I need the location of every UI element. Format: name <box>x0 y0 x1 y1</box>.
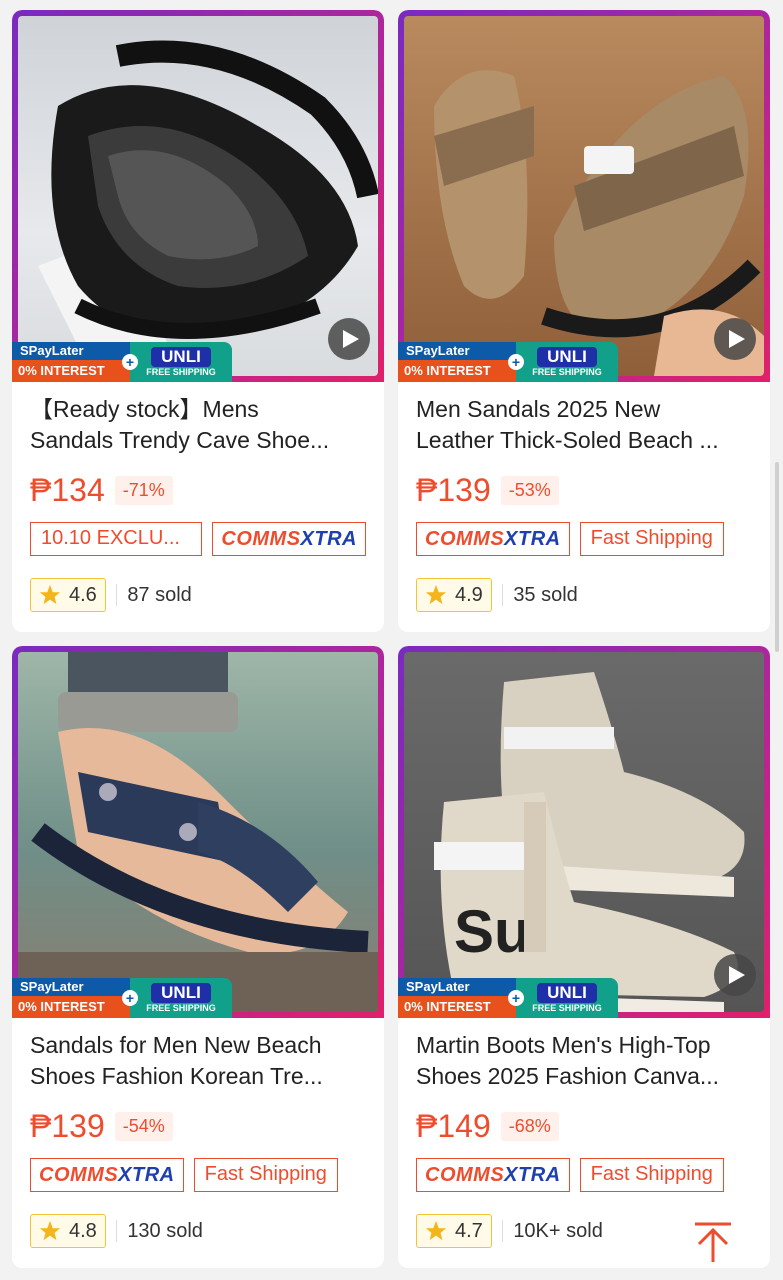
product-title[interactable]: Martin Boots Men's High-Top Shoes 2025 F… <box>416 1030 752 1092</box>
rating-badge: 4.7 <box>416 1214 492 1248</box>
interest-label: 0% INTEREST <box>398 360 516 382</box>
fast-shipping-tag: Fast Shipping <box>193 1158 338 1192</box>
sold-count: 130 sold <box>127 1219 203 1242</box>
rating-value: 4.9 <box>455 583 483 606</box>
product-price: ₱149 <box>416 1107 491 1144</box>
product-grid: SPayLater 0% INTEREST + UNLI FREE SHIPPI… <box>12 10 770 1268</box>
free-shipping-label: FREE SHIPPING <box>146 1003 216 1013</box>
product-price: ₱139 <box>30 1107 105 1144</box>
interest-label: 0% INTEREST <box>398 996 516 1018</box>
product-price: ₱139 <box>416 471 491 508</box>
free-shipping-label: FREE SHIPPING <box>532 1003 602 1013</box>
promo-tag: 10.10 EXCLU... <box>30 522 203 556</box>
spaylater-label: SPayLater <box>12 978 130 996</box>
product-image <box>18 652 378 1012</box>
promo-badge: SPayLater 0% INTEREST + UNLI FREE SHIPPI… <box>12 978 232 1018</box>
star-icon <box>39 584 61 605</box>
product-card[interactable]: SPayLater 0% INTEREST + UNLI FREE SHIPPI… <box>12 646 384 1268</box>
discount-badge: -53% <box>500 475 559 505</box>
sold-count: 10K+ sold <box>513 1219 603 1242</box>
discount-badge: -68% <box>500 1111 559 1141</box>
svg-text:Su: Su <box>454 898 531 965</box>
fast-shipping-tag: Fast Shipping <box>579 522 724 556</box>
discount-badge: -71% <box>114 475 173 505</box>
product-card[interactable]: SPayLater 0% INTEREST + UNLI FREE SHIPPI… <box>12 10 384 632</box>
promo-badge: SPayLater 0% INTEREST + UNLI FREE SHIPPI… <box>398 342 618 382</box>
spaylater-label: SPayLater <box>398 342 516 360</box>
rating-badge: 4.6 <box>30 578 106 612</box>
product-image-frame[interactable]: SPayLater 0% INTEREST + UNLI FREE SHIPPI… <box>12 646 384 1018</box>
unli-label: UNLI <box>537 983 597 1003</box>
commsxtra-tag: COMMS XTRA <box>416 522 570 556</box>
product-image <box>404 16 764 376</box>
plus-icon: + <box>122 354 138 370</box>
divider <box>501 584 504 606</box>
commsxtra-tag: COMMS XTRA <box>30 1158 184 1192</box>
navy-sandal-illustration <box>18 652 378 1012</box>
product-image <box>18 16 378 376</box>
high-top-boots-illustration: Su <box>434 672 745 1012</box>
promo-badge: SPayLater 0% INTEREST + UNLI FREE SHIPPI… <box>12 342 232 382</box>
plus-icon: + <box>122 990 138 1006</box>
tan-sandal-illustration <box>434 70 764 376</box>
divider <box>115 584 118 606</box>
scrollbar[interactable] <box>775 462 779 652</box>
commsxtra-tag: COMMS XTRA <box>212 522 366 556</box>
commsxtra-tag: COMMS XTRA <box>416 1158 570 1192</box>
spaylater-label: SPayLater <box>398 978 516 996</box>
product-image-frame[interactable]: Su SPayLater 0% INTEREST + UNLI FREE SHI… <box>398 646 770 1018</box>
sold-count: 35 sold <box>513 583 578 606</box>
play-video-icon[interactable] <box>328 318 370 360</box>
rating-value: 4.7 <box>455 1219 483 1242</box>
star-icon <box>425 584 447 605</box>
product-image-frame[interactable]: SPayLater 0% INTEREST + UNLI FREE SHIPPI… <box>12 10 384 382</box>
free-shipping-label: FREE SHIPPING <box>146 367 216 377</box>
plus-icon: + <box>508 990 524 1006</box>
rating-value: 4.8 <box>69 1219 97 1242</box>
star-icon <box>425 1220 447 1241</box>
black-sandal-illustration <box>38 40 378 346</box>
plus-icon: + <box>508 354 524 370</box>
fast-shipping-tag: Fast Shipping <box>579 1158 724 1192</box>
product-image: Su <box>404 652 764 1012</box>
product-card[interactable]: SPayLater 0% INTEREST + UNLI FREE SHIPPI… <box>398 10 770 632</box>
scroll-to-top-icon[interactable] <box>683 1218 743 1268</box>
rating-badge: 4.8 <box>30 1214 106 1248</box>
product-image-frame[interactable]: SPayLater 0% INTEREST + UNLI FREE SHIPPI… <box>398 10 770 382</box>
unli-label: UNLI <box>151 347 211 367</box>
star-icon <box>39 1220 61 1241</box>
interest-label: 0% INTEREST <box>12 360 130 382</box>
product-title[interactable]: Sandals for Men New Beach Shoes Fashion … <box>30 1030 366 1092</box>
discount-badge: -54% <box>114 1111 173 1141</box>
product-price: ₱134 <box>30 471 105 508</box>
free-shipping-label: FREE SHIPPING <box>532 367 602 377</box>
sold-count: 87 sold <box>127 583 192 606</box>
divider <box>501 1220 504 1242</box>
spaylater-label: SPayLater <box>12 342 130 360</box>
product-card[interactable]: Su SPayLater 0% INTEREST + UNLI FREE SHI… <box>398 646 770 1268</box>
play-video-icon[interactable] <box>714 318 756 360</box>
product-title[interactable]: Men Sandals 2025 New Leather Thick-Soled… <box>416 394 752 456</box>
unli-label: UNLI <box>151 983 211 1003</box>
rating-badge: 4.9 <box>416 578 492 612</box>
promo-badge: SPayLater 0% INTEREST + UNLI FREE SHIPPI… <box>398 978 618 1018</box>
interest-label: 0% INTEREST <box>12 996 130 1018</box>
unli-label: UNLI <box>537 347 597 367</box>
divider <box>115 1220 118 1242</box>
product-title[interactable]: 【Ready stock】Mens Sandals Trendy Cave Sh… <box>30 394 366 456</box>
play-video-icon[interactable] <box>714 954 756 996</box>
rating-value: 4.6 <box>69 583 97 606</box>
